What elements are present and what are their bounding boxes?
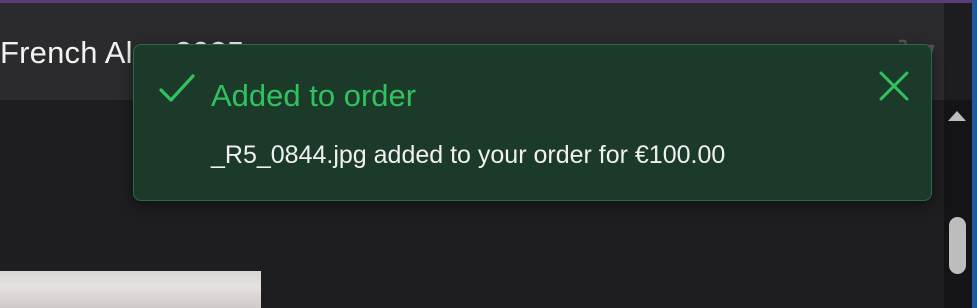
close-icon[interactable] (877, 69, 911, 103)
toast-title: Added to order (211, 78, 417, 113)
check-icon (158, 73, 196, 105)
toast-message: _R5_0844.jpg added to your order for €10… (211, 141, 726, 169)
scrollbar-track[interactable] (944, 100, 972, 308)
page: French Alps 2025 Added to order _R5_0844… (0, 0, 977, 308)
chevron-up-icon[interactable] (948, 111, 966, 121)
scrollbar-thumb[interactable] (949, 217, 966, 274)
photo-thumbnail[interactable] (0, 271, 261, 308)
window-right-edge (972, 0, 977, 308)
order-toast: Added to order _R5_0844.jpg added to you… (133, 44, 932, 201)
